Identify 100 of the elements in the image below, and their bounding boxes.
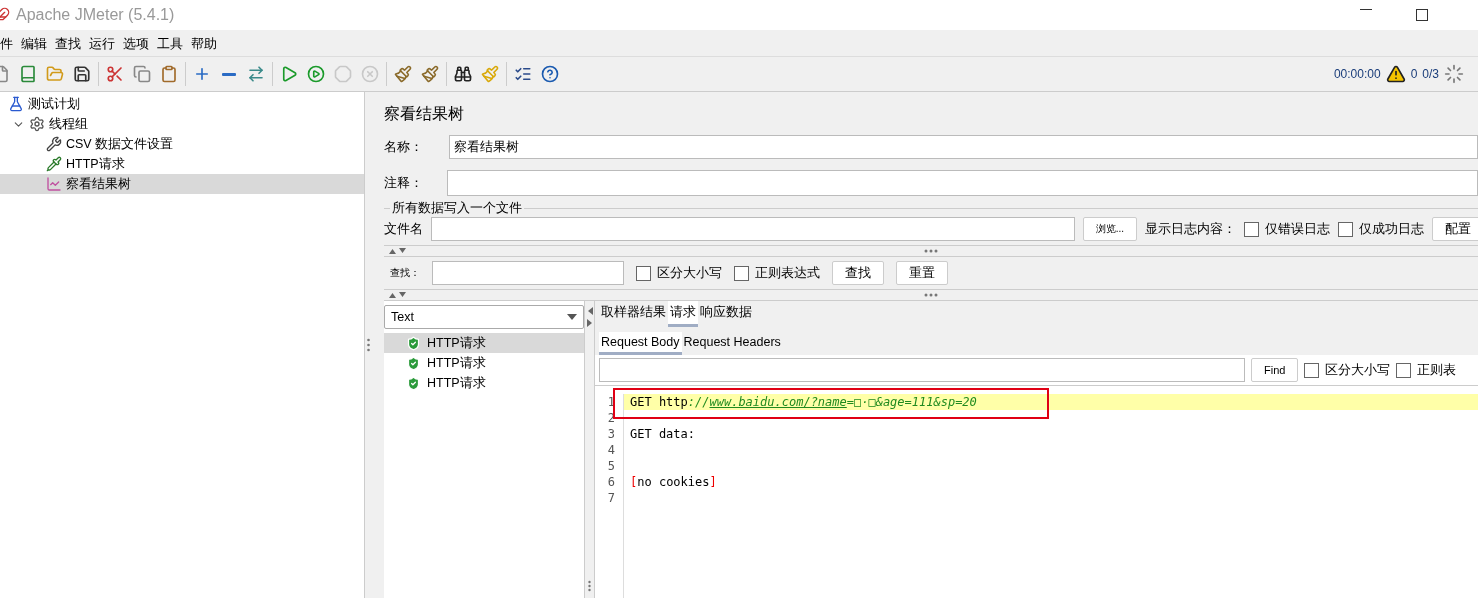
menu-item[interactable]: 帮助 (191, 35, 217, 53)
code-line: [no cookies] (629, 474, 718, 490)
thread-count: 0/3 (1422, 67, 1439, 81)
line-number: 6 (606, 474, 615, 490)
search-button[interactable]: 重置 (896, 261, 948, 285)
checkbox-label: 仅错误日志 (1265, 220, 1330, 238)
checkbox[interactable] (1304, 362, 1320, 378)
name-field[interactable]: 察看结果树 (449, 135, 1478, 159)
panel-title: 察看结果树 (384, 104, 465, 124)
log-label: 显示日志内容： (1145, 220, 1236, 238)
menu-item[interactable]: 工具 (157, 35, 183, 53)
find-button[interactable]: Find (1251, 358, 1299, 382)
checkbox-label: 区分大小写 (657, 264, 722, 282)
tab[interactable]: Request Headers (681, 332, 783, 355)
code-line: GET data: (629, 426, 697, 442)
menu-item[interactable]: 选项 (123, 35, 149, 53)
minimize-icon[interactable] (1360, 9, 1372, 11)
menu-item[interactable]: 查找 (55, 35, 81, 53)
configure-button[interactable]: 配置 (1432, 217, 1478, 241)
tree-item[interactable]: HTTP请求 (0, 154, 364, 174)
browse-button[interactable]: 浏览... (1082, 217, 1137, 241)
flask-icon (8, 96, 24, 112)
field-label: 注释： (384, 174, 423, 192)
checkbox-label: 正则表 (1417, 361, 1457, 379)
gear-icon (29, 116, 45, 132)
book-icon (19, 65, 37, 83)
tree-item[interactable]: CSV 数据文件设置 (0, 134, 364, 154)
checkbox[interactable] (1396, 362, 1412, 378)
shield-check-icon (406, 355, 421, 371)
minus-icon (222, 72, 236, 76)
line-number: 3 (606, 426, 615, 442)
binoculars-button[interactable] (452, 63, 474, 85)
tree-item[interactable]: 测试计划 (0, 94, 364, 114)
find-field[interactable] (599, 358, 1245, 382)
shield-check-icon (406, 335, 421, 351)
renderer-dropdown[interactable]: Text (384, 305, 584, 329)
folder-icon (46, 65, 64, 83)
checkbox-label: 仅成功日志 (1359, 220, 1424, 238)
tab[interactable]: 请求 (668, 301, 698, 327)
window-title: Apache JMeter (5.4.1) (16, 6, 175, 24)
plus-icon (193, 65, 211, 83)
help-icon (541, 65, 559, 83)
pipette-icon (46, 156, 62, 172)
status-indicator-icon (1444, 64, 1464, 84)
field-label: 名称： (384, 138, 423, 156)
binoculars-icon (454, 65, 472, 83)
menu-item[interactable]: 运行 (89, 35, 115, 53)
result-item[interactable]: HTTP请求 (384, 333, 584, 353)
line-number: 5 (606, 458, 615, 474)
grip-icon[interactable] (367, 338, 370, 352)
grip-icon[interactable] (588, 580, 591, 592)
tab[interactable]: Request Body (599, 332, 682, 355)
line-number: 7 (606, 490, 615, 506)
collapse-arrows-icon[interactable] (388, 292, 408, 298)
play-icon (307, 65, 325, 83)
broom-icon (394, 65, 412, 83)
elapsed-time: 00:00:00 (1333, 67, 1381, 81)
toggle-icon (247, 65, 265, 83)
grip-icon[interactable] (924, 249, 938, 253)
field-label: 查找： (390, 266, 420, 280)
shield-check-icon (406, 375, 421, 391)
play-icon (280, 65, 298, 83)
search-button[interactable]: 查找 (832, 261, 884, 285)
checkbox[interactable] (636, 265, 651, 281)
checkbox-label: 正则表达式 (755, 264, 820, 282)
group-legend: 所有数据写入一个文件 (390, 200, 524, 217)
filename-field[interactable] (431, 217, 1075, 241)
broom-icon (481, 65, 499, 83)
play-button[interactable] (305, 63, 327, 85)
checkbox[interactable] (1338, 221, 1353, 237)
comment-field[interactable] (447, 170, 1478, 196)
broom-button[interactable] (392, 63, 414, 85)
maximize-icon[interactable] (1416, 9, 1428, 21)
line-number: 4 (606, 442, 615, 458)
dropdown-arrow-icon[interactable] (567, 314, 577, 320)
checkbox[interactable] (734, 265, 749, 281)
copy-button[interactable] (131, 63, 153, 85)
paste-icon (160, 65, 178, 83)
field-label: 文件名 (384, 220, 423, 238)
tree-item[interactable]: 线程组 (0, 114, 364, 134)
collapse-arrows-icon[interactable] (388, 248, 408, 254)
checkbox[interactable] (1244, 221, 1259, 237)
tab[interactable]: 响应数据 (698, 301, 754, 327)
tree-item[interactable]: 察看结果树 (0, 174, 364, 194)
split-arrows-icon[interactable] (586, 307, 593, 329)
warning-count: 0 (1410, 67, 1418, 81)
tab[interactable]: 取样器结果 (599, 301, 668, 327)
save-button[interactable] (71, 63, 93, 85)
stop-icon (334, 65, 352, 83)
save-icon (73, 65, 91, 83)
cut-icon (106, 65, 124, 83)
warning-icon[interactable] (1385, 64, 1406, 84)
copy-icon (133, 65, 151, 83)
menu-item[interactable]: 件 (0, 35, 13, 53)
menu-item[interactable]: 编辑 (21, 35, 47, 53)
checkbox-label: 区分大小写 (1325, 361, 1391, 379)
grip-icon[interactable] (924, 293, 938, 297)
broom-button[interactable] (419, 63, 441, 85)
search-field[interactable] (432, 261, 624, 285)
help-button[interactable] (539, 63, 561, 85)
